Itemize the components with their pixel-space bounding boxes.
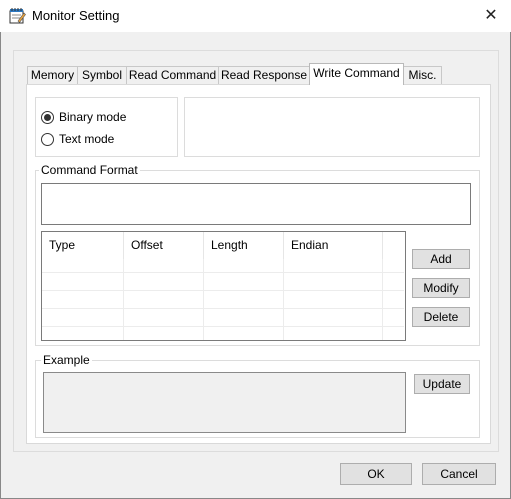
grid-line xyxy=(283,259,284,340)
binary-mode-label[interactable]: Binary mode xyxy=(59,110,126,124)
binary-mode-radio[interactable] xyxy=(41,111,54,124)
close-icon[interactable]: ✕ xyxy=(478,4,504,28)
mode-group xyxy=(35,97,178,157)
command-format-label: Command Format xyxy=(39,163,140,177)
grid-line xyxy=(42,308,404,309)
tab-write-command[interactable]: Write Command xyxy=(309,63,404,85)
format-list[interactable]: Type Offset Length Endian xyxy=(41,231,406,341)
tab-symbol[interactable]: Symbol xyxy=(77,66,127,84)
mode-info-box xyxy=(184,97,480,157)
column-header-type[interactable]: Type xyxy=(42,232,124,259)
grid-line xyxy=(123,259,124,340)
tab-misc[interactable]: Misc. xyxy=(403,66,442,84)
text-mode-label[interactable]: Text mode xyxy=(59,132,114,146)
tab-memory[interactable]: Memory xyxy=(27,66,78,84)
modify-button[interactable]: Modify xyxy=(412,278,470,298)
delete-button[interactable]: Delete xyxy=(412,307,470,327)
example-output xyxy=(43,372,406,433)
column-header-offset[interactable]: Offset xyxy=(124,232,204,259)
grid-line xyxy=(42,326,404,327)
column-header-endian[interactable]: Endian xyxy=(284,232,383,259)
command-format-input[interactable] xyxy=(41,183,471,225)
add-button[interactable]: Add xyxy=(412,249,470,269)
window-title: Monitor Setting xyxy=(32,8,120,23)
grid-line xyxy=(203,259,204,340)
ok-button[interactable]: OK xyxy=(340,463,412,485)
cancel-button[interactable]: Cancel xyxy=(422,463,496,485)
tab-read-command[interactable]: Read Command xyxy=(126,66,219,84)
column-header-length[interactable]: Length xyxy=(204,232,284,259)
update-button[interactable]: Update xyxy=(414,374,470,394)
notepad-icon xyxy=(9,8,26,24)
grid-line xyxy=(382,259,383,340)
example-label: Example xyxy=(41,353,92,367)
text-mode-radio[interactable] xyxy=(41,133,54,146)
grid-line xyxy=(42,290,404,291)
tab-read-response[interactable]: Read Response xyxy=(218,66,310,84)
grid-line xyxy=(42,272,404,273)
